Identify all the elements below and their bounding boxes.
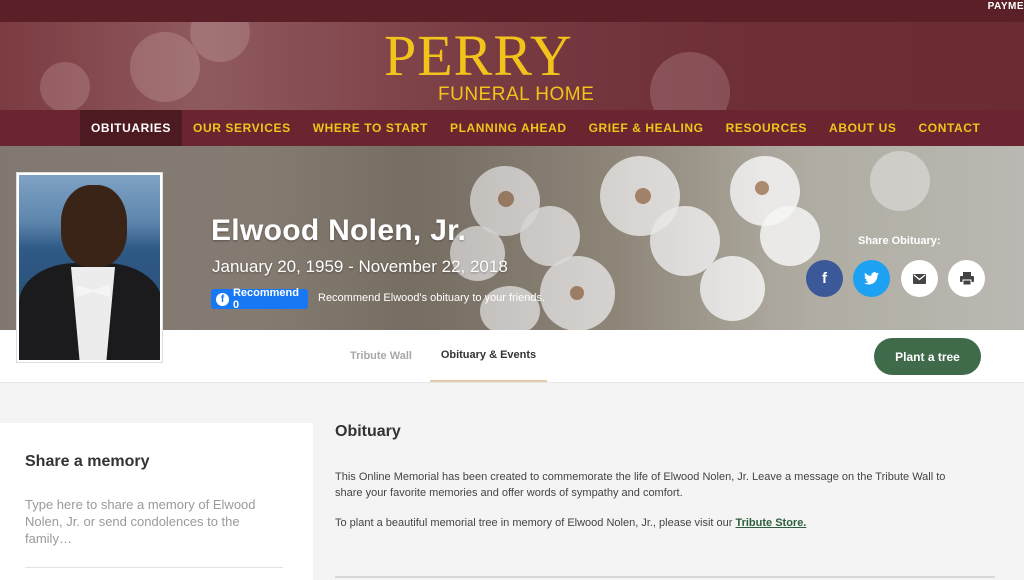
logo-subtitle: FUNERAL HOME — [438, 84, 595, 105]
site-logo[interactable]: PERRY FUNERAL HOME — [384, 24, 604, 108]
share-facebook-button[interactable]: f — [806, 260, 843, 297]
main-nav: OBITUARIES OUR SERVICES WHERE TO START P… — [0, 110, 1024, 146]
obituary-paragraph: This Online Memorial has been created to… — [335, 471, 946, 499]
nav-item-contact[interactable]: CONTACT — [908, 110, 992, 146]
nav-item-resources[interactable]: RESOURCES — [715, 110, 818, 146]
recommend-text: Recommend Elwood's obituary to your frie… — [318, 292, 546, 304]
share-print-button[interactable] — [948, 260, 985, 297]
tribute-store-link[interactable]: Tribute Store. — [735, 517, 806, 529]
share-memory-title: Share a memory — [25, 453, 150, 470]
share-twitter-button[interactable] — [853, 260, 890, 297]
facebook-icon: f — [822, 270, 827, 287]
facebook-recommend-button[interactable]: f Recommend 0 — [211, 287, 308, 311]
memory-divider — [25, 567, 283, 568]
twitter-icon — [864, 272, 879, 285]
top-strip: PAYME — [0, 0, 1024, 22]
nav-item-our-services[interactable]: OUR SERVICES — [182, 110, 302, 146]
facebook-icon: f — [216, 292, 229, 306]
tab-tribute-wall[interactable]: Tribute Wall — [350, 330, 412, 382]
obituary-section: Obituary This Online Memorial has been c… — [335, 423, 995, 529]
plant-a-tree-button[interactable]: Plant a tree — [874, 338, 981, 375]
memory-input[interactable]: Type here to share a memory of Elwood No… — [25, 496, 290, 547]
nav-item-grief-healing[interactable]: GRIEF & HEALING — [578, 110, 715, 146]
nav-item-planning-ahead[interactable]: PLANNING AHEAD — [439, 110, 578, 146]
logo-brand: PERRY — [384, 23, 573, 88]
life-dates: January 20, 1959 - November 22, 2018 — [212, 257, 508, 276]
tree-paragraph-text: To plant a beautiful memorial tree in me… — [335, 517, 736, 529]
email-icon — [913, 273, 926, 284]
print-icon — [959, 272, 974, 285]
deceased-name: Elwood Nolen, Jr. — [211, 214, 467, 247]
tree-paragraph: To plant a beautiful memorial tree in me… — [335, 515, 975, 531]
portrait-photo — [16, 172, 163, 363]
share-label: Share Obituary: — [858, 235, 941, 247]
obituary-title: Obituary — [335, 423, 401, 440]
recommend-label: Recommend 0 — [232, 287, 299, 311]
share-memory-card: Share a memory Type here to share a memo… — [0, 423, 313, 580]
nav-item-where-to-start[interactable]: WHERE TO START — [302, 110, 439, 146]
nav-item-about-us[interactable]: ABOUT US — [818, 110, 907, 146]
site-header: PERRY FUNERAL HOME — [0, 22, 1024, 110]
nav-item-obituaries[interactable]: OBITUARIES — [80, 110, 183, 146]
section-divider — [335, 576, 995, 578]
share-email-button[interactable] — [901, 260, 938, 297]
tab-obituary-events[interactable]: Obituary & Events — [430, 330, 547, 382]
payments-link[interactable]: PAYME — [988, 1, 1024, 12]
